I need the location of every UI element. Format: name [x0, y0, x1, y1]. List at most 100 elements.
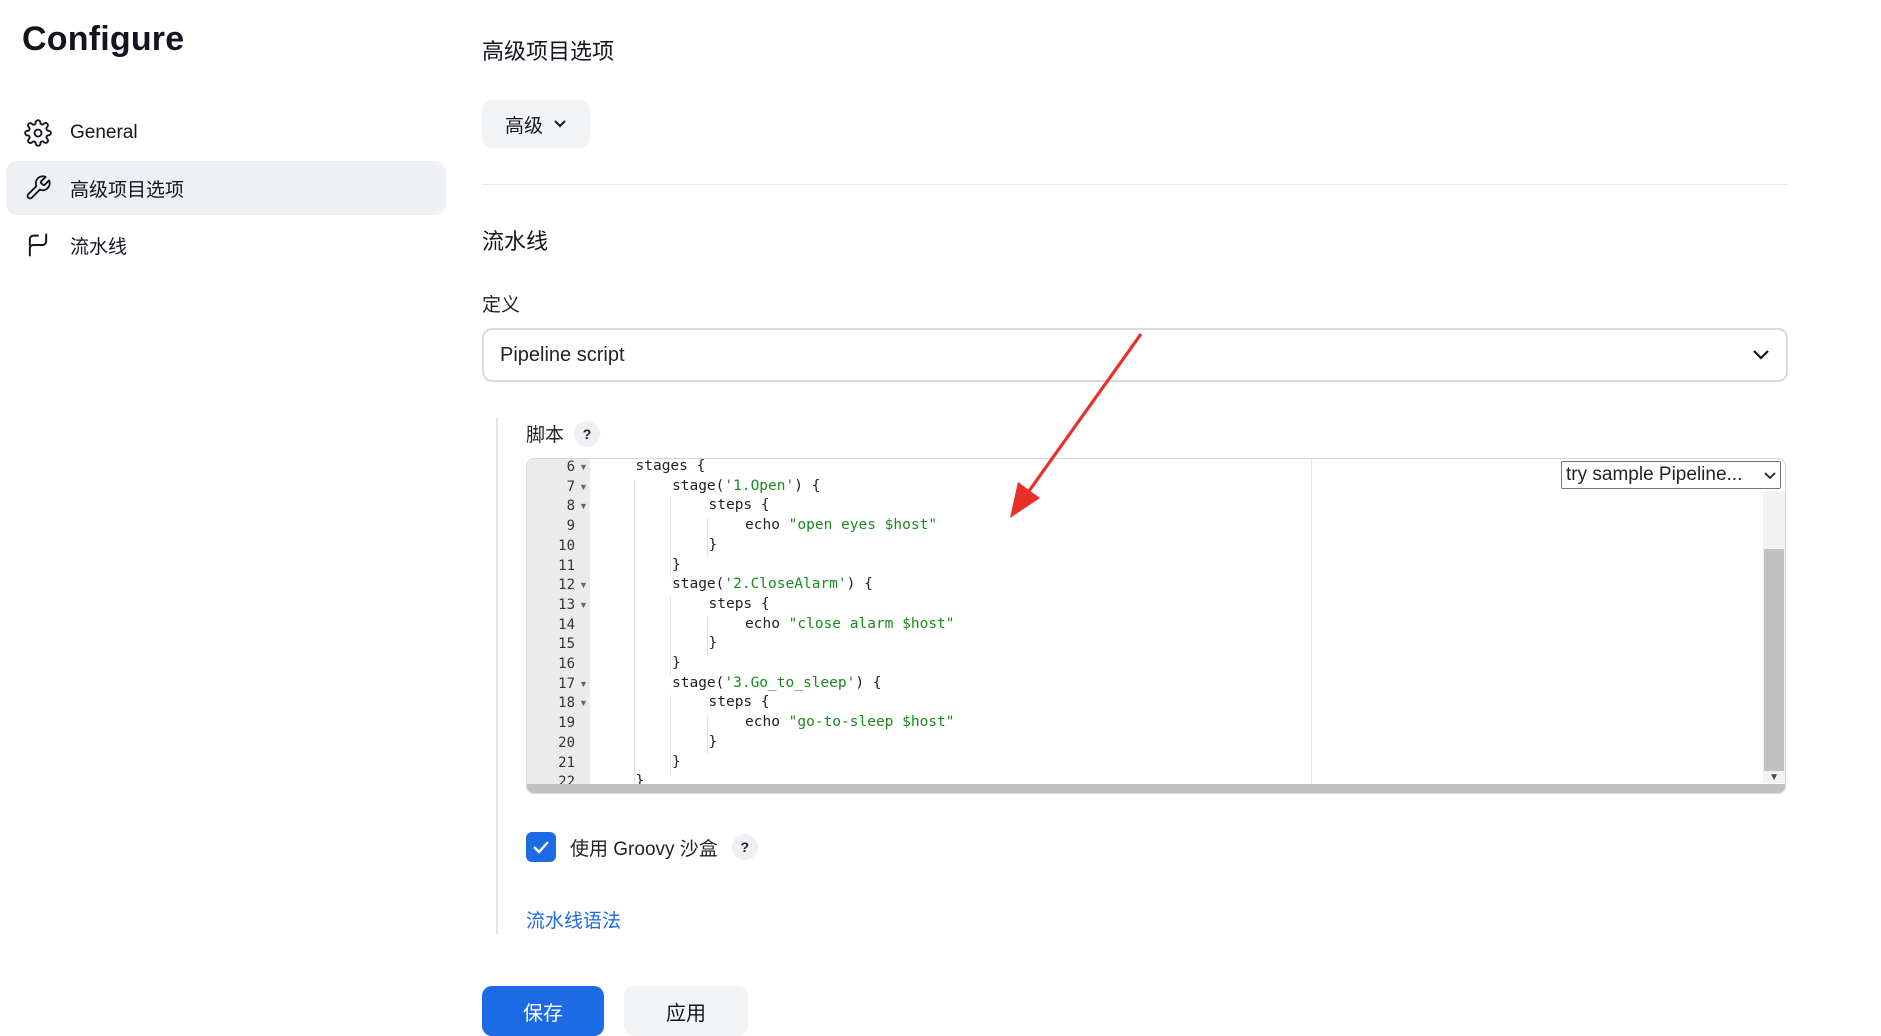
code-text: stage(: [672, 478, 724, 494]
code-line: echo "open eyes $host": [745, 517, 937, 533]
code-line: }: [672, 655, 681, 671]
code-text: ) {: [847, 576, 873, 592]
line-number: 16: [527, 656, 575, 672]
code-line: }: [599, 793, 608, 794]
line-number: 18: [527, 695, 575, 711]
definition-select-value: Pipeline script: [500, 344, 625, 367]
code-text: ) {: [794, 478, 820, 494]
editor-scroll-thumb[interactable]: [1764, 549, 1784, 771]
groovy-sandbox-checkbox[interactable]: [526, 832, 556, 862]
code-text: steps {: [709, 596, 770, 612]
line-number: 17: [527, 676, 575, 692]
line-number: 8: [527, 498, 575, 514]
code-line: steps {: [709, 596, 770, 612]
code-text: }: [709, 537, 718, 553]
scroll-down-arrow-icon[interactable]: ▼: [1769, 772, 1779, 783]
line-number: 12: [527, 577, 575, 593]
code-line: }: [672, 754, 681, 770]
code-line: stage('1.Open') {: [672, 478, 820, 494]
save-button[interactable]: 保存: [482, 986, 604, 1036]
sample-pipeline-select[interactable]: try sample Pipeline...: [1561, 461, 1781, 489]
advanced-dropdown[interactable]: 高级: [482, 100, 590, 148]
chevron-down-icon: [1752, 344, 1770, 367]
code-text: stage(: [672, 675, 724, 691]
code-text: ) {: [855, 675, 881, 691]
code-line: }: [672, 557, 681, 573]
editor-horizontal-scrollbar[interactable]: [527, 784, 1785, 793]
gear-icon: [22, 117, 54, 149]
code-string: '1.Open': [724, 478, 794, 494]
indent-guide: [670, 597, 671, 676]
code-line: echo "go-to-sleep $host": [745, 714, 955, 730]
groovy-sandbox-row: 使用 Groovy 沙盒 ?: [526, 832, 758, 862]
script-editor[interactable]: 6▼7▼8▼9101112▼13▼14151617▼18▼1920212223 …: [526, 458, 1786, 794]
sidebar-item-advanced[interactable]: 高级项目选项: [6, 161, 446, 215]
sample-pipeline-select-value: try sample Pipeline...: [1566, 464, 1742, 486]
fold-toggle-icon[interactable]: ▼: [579, 698, 588, 708]
indent-guide: [707, 617, 708, 656]
code-line: steps {: [709, 497, 770, 513]
script-label: 脚本: [526, 420, 564, 447]
code-string: "go-to-sleep $host": [789, 714, 955, 730]
sidebar-item-label: 流水线: [70, 232, 127, 259]
code-text: }: [672, 655, 681, 671]
code-text: }: [672, 557, 681, 573]
sidebar-item-pipeline[interactable]: 流水线: [6, 218, 446, 272]
code-string: "open eyes $host": [789, 517, 937, 533]
fold-toggle-icon[interactable]: ▼: [579, 600, 588, 610]
sidebar-item-general[interactable]: General: [6, 106, 446, 160]
advanced-section-title: 高级项目选项: [482, 34, 614, 66]
code-text: }: [709, 734, 718, 750]
chevron-down-icon: [1764, 464, 1776, 486]
sidebar-item-label: General: [70, 122, 138, 144]
help-icon[interactable]: ?: [732, 834, 758, 860]
indent-guide: [670, 695, 671, 774]
line-number: 11: [527, 558, 575, 574]
code-text: steps {: [709, 694, 770, 710]
line-number: 10: [527, 538, 575, 554]
code-line: steps {: [709, 694, 770, 710]
pipeline-icon: [22, 229, 54, 261]
indent-guide: [670, 498, 671, 577]
line-number: 15: [527, 636, 575, 652]
code-text: }: [599, 793, 608, 794]
groovy-sandbox-label: 使用 Groovy 沙盒: [570, 834, 718, 861]
page-title: Configure: [22, 20, 184, 59]
advanced-dropdown-label: 高级: [505, 111, 543, 138]
checkmark-icon: [532, 840, 550, 854]
line-number: 21: [527, 755, 575, 771]
line-number: 14: [527, 617, 575, 633]
editor-gutter: 6▼7▼8▼9101112▼13▼14151617▼18▼1920212223: [527, 459, 590, 793]
fold-toggle-icon[interactable]: ▼: [579, 679, 588, 689]
code-text: stage(: [672, 576, 724, 592]
fold-toggle-icon[interactable]: ▼: [579, 580, 588, 590]
code-string: '2.CloseAlarm': [724, 576, 846, 592]
code-text: echo: [745, 517, 789, 533]
code-line: }: [709, 635, 718, 651]
line-number: 19: [527, 715, 575, 731]
code-line: }: [709, 537, 718, 553]
apply-button[interactable]: 应用: [624, 986, 748, 1036]
line-number: 7: [527, 479, 575, 495]
code-line: stage('3.Go_to_sleep') {: [672, 675, 882, 691]
code-line: stage('2.CloseAlarm') {: [672, 576, 873, 592]
fold-toggle-icon[interactable]: ▼: [579, 501, 588, 511]
code-line: }: [709, 734, 718, 750]
pipeline-syntax-link[interactable]: 流水线语法: [526, 906, 621, 933]
indent-guide: [707, 715, 708, 754]
fold-toggle-icon[interactable]: ▼: [579, 482, 588, 492]
nested-indent-line: [496, 418, 498, 934]
code-text: echo: [745, 616, 789, 632]
line-number: 6: [527, 459, 575, 475]
code-string: '3.Go_to_sleep': [724, 675, 855, 691]
code-text: }: [709, 635, 718, 651]
wrench-icon: [22, 172, 54, 204]
help-icon[interactable]: ?: [574, 421, 600, 447]
fold-toggle-icon[interactable]: ▼: [579, 462, 588, 472]
indent-guide: [707, 518, 708, 557]
sidebar-item-label: 高级项目选项: [70, 175, 184, 202]
annotation-arrow-icon: [1000, 330, 1150, 530]
line-number: 20: [527, 735, 575, 751]
script-label-row: 脚本 ?: [526, 420, 600, 447]
code-line: stages {: [636, 458, 706, 474]
